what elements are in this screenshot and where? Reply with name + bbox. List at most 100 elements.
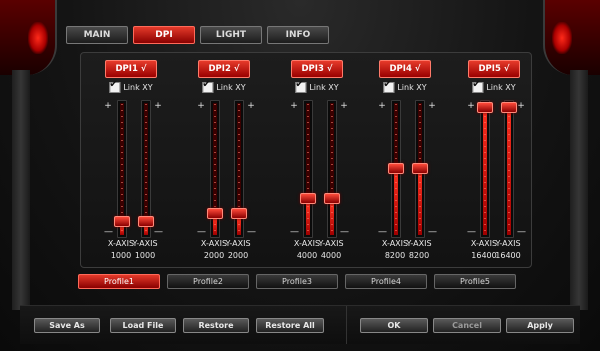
- plus-icon: +: [290, 101, 298, 111]
- dpi-4-toggle[interactable]: DPI4 √: [379, 60, 431, 78]
- y-axis-value: 16400: [495, 251, 521, 260]
- plus-icon: +: [428, 101, 436, 111]
- plus-icon: +: [517, 101, 525, 111]
- y-axis-label: Y-AXIS: [318, 239, 344, 248]
- link-xy-checkbox[interactable]: ✔: [295, 79, 307, 93]
- minus-icon: —: [197, 227, 206, 237]
- profile-selector: Profile1 Profile2 Profile3 Profile4 Prof…: [78, 274, 518, 289]
- tab-light[interactable]: LIGHT: [200, 26, 262, 44]
- link-xy-label: Link XY: [397, 83, 427, 92]
- dpi-4-column: DPI4 √ ✔ Link XY + + — — X-AXIS 8200 Y-AXIS 8200: [365, 53, 445, 267]
- dpi-2-y-slider[interactable]: [231, 100, 247, 238]
- link-xy-label: Link XY: [216, 83, 246, 92]
- load-file-button[interactable]: Load File: [110, 318, 176, 333]
- minus-icon: —: [467, 227, 476, 237]
- profile-5-button[interactable]: Profile5: [434, 274, 516, 289]
- x-axis-label: X-AXIS: [107, 239, 135, 248]
- dpi-1-column: DPI1 √ ✔ Link XY + + — — X-AXIS 1000 Y-AXIS 1000: [91, 53, 171, 267]
- slider-thumb[interactable]: [138, 216, 154, 227]
- dpi-4-x-slider[interactable]: [388, 100, 404, 238]
- profile-2-button[interactable]: Profile2: [167, 274, 249, 289]
- y-axis-label: Y-AXIS: [225, 239, 251, 248]
- dpi-4-y-slider[interactable]: [412, 100, 428, 238]
- plus-icon: +: [467, 101, 475, 111]
- left-corner-decoration: [0, 0, 57, 75]
- right-corner-decoration: [543, 0, 600, 75]
- dpi-1-x-slider[interactable]: [114, 100, 130, 238]
- dpi-2-toggle[interactable]: DPI2 √: [198, 60, 250, 78]
- y-axis-label: Y-AXIS: [406, 239, 432, 248]
- profile-1-button[interactable]: Profile1: [78, 274, 160, 289]
- slider-thumb[interactable]: [477, 102, 493, 113]
- dpi-3-column: DPI3 √ ✔ Link XY + + — — X-AXIS 4000 Y-AXIS 4000: [277, 53, 357, 267]
- plus-icon: +: [197, 101, 205, 111]
- cancel-button[interactable]: Cancel: [433, 318, 501, 333]
- slider-ticks: [484, 104, 486, 234]
- right-glow-light: [552, 22, 572, 54]
- restore-button[interactable]: Restore: [183, 318, 249, 333]
- minus-icon: —: [154, 227, 163, 237]
- right-side-rail: [570, 70, 588, 310]
- footer-divider: [346, 306, 347, 344]
- checkmark-icon: ✔: [295, 79, 304, 90]
- y-axis-label: Y-AXIS: [495, 239, 521, 248]
- profile-4-button[interactable]: Profile4: [345, 274, 427, 289]
- link-xy-checkbox[interactable]: ✔: [109, 79, 121, 93]
- slider-thumb[interactable]: [388, 163, 404, 174]
- left-glow-light: [28, 22, 48, 54]
- dpi-3-y-slider[interactable]: [324, 100, 340, 238]
- link-xy-row: ✔ Link XY: [109, 79, 153, 93]
- save-as-button[interactable]: Save As: [34, 318, 100, 333]
- y-axis-value: 8200: [408, 251, 430, 260]
- dpi-5-x-slider[interactable]: [477, 100, 493, 238]
- slider-thumb[interactable]: [300, 193, 316, 204]
- tab-dpi[interactable]: DPI: [133, 26, 195, 44]
- link-xy-checkbox[interactable]: ✔: [202, 79, 214, 93]
- dpi-5-toggle[interactable]: DPI5 √: [468, 60, 520, 78]
- dpi-3-toggle[interactable]: DPI3 √: [291, 60, 343, 78]
- dpi-1-toggle[interactable]: DPI1 √: [105, 60, 157, 78]
- plus-icon: +: [104, 101, 112, 111]
- minus-icon: —: [247, 227, 256, 237]
- restore-all-button[interactable]: Restore All: [256, 318, 324, 333]
- slider-ticks: [121, 104, 123, 234]
- y-axis-value: 1000: [134, 251, 156, 260]
- slider-ticks: [145, 104, 147, 234]
- link-xy-row: ✔ Link XY: [202, 79, 246, 93]
- x-axis-label: X-AXIS: [381, 239, 409, 248]
- dpi-5-y-slider[interactable]: [501, 100, 517, 238]
- dpi-1-y-slider[interactable]: [138, 100, 154, 238]
- slider-thumb[interactable]: [114, 216, 130, 227]
- x-axis-value: 16400: [471, 251, 497, 260]
- tab-main[interactable]: MAIN: [66, 26, 128, 44]
- apply-button[interactable]: Apply: [506, 318, 574, 333]
- ok-button[interactable]: OK: [360, 318, 428, 333]
- y-axis-label: Y-AXIS: [132, 239, 158, 248]
- minus-icon: —: [104, 227, 113, 237]
- link-xy-label: Link XY: [123, 83, 153, 92]
- x-axis-label: X-AXIS: [293, 239, 321, 248]
- slider-ticks: [307, 104, 309, 234]
- plus-icon: +: [378, 101, 386, 111]
- slider-thumb[interactable]: [231, 208, 247, 219]
- y-axis-value: 2000: [227, 251, 249, 260]
- checkmark-icon: ✔: [202, 79, 211, 90]
- slider-thumb[interactable]: [207, 208, 223, 219]
- link-xy-checkbox[interactable]: ✔: [472, 79, 484, 93]
- link-xy-checkbox[interactable]: ✔: [383, 79, 395, 93]
- link-xy-label: Link XY: [486, 83, 516, 92]
- dpi-3-x-slider[interactable]: [300, 100, 316, 238]
- tab-info[interactable]: INFO: [267, 26, 329, 44]
- x-axis-value: 1000: [110, 251, 132, 260]
- x-axis-label: X-AXIS: [200, 239, 228, 248]
- link-xy-row: ✔ Link XY: [295, 79, 339, 93]
- checkmark-icon: ✔: [472, 79, 481, 90]
- slider-thumb[interactable]: [412, 163, 428, 174]
- plus-icon: +: [247, 101, 255, 111]
- dpi-2-x-slider[interactable]: [207, 100, 223, 238]
- x-axis-value: 4000: [296, 251, 318, 260]
- slider-thumb[interactable]: [501, 102, 517, 113]
- profile-3-button[interactable]: Profile3: [256, 274, 338, 289]
- dpi-5-column: DPI5 √ ✔ Link XY + + — — X-AXIS 16400 Y-AXIS 16400: [454, 53, 534, 267]
- slider-thumb[interactable]: [324, 193, 340, 204]
